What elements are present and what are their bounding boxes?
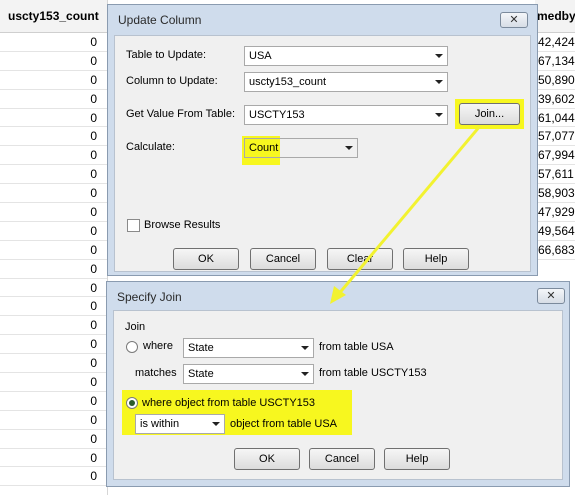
grid-cell[interactable]: 66,683: [535, 241, 575, 260]
where-radio[interactable]: [126, 341, 138, 353]
grid-header-medby[interactable]: medby: [535, 0, 575, 33]
chevron-down-icon: [301, 346, 309, 350]
update-ok-button[interactable]: OK: [173, 248, 239, 270]
object-join-radio[interactable]: [126, 397, 138, 409]
matches-from-table-label: from table USCTY153: [319, 367, 427, 379]
specify-join-title[interactable]: Specify Join: [107, 282, 569, 312]
update-column-title[interactable]: Update Column: [108, 5, 537, 35]
join-help-button[interactable]: Help: [384, 448, 450, 470]
spatial-operator-select[interactable]: is within: [135, 414, 225, 434]
grid-cell[interactable]: 57,611: [535, 165, 575, 185]
update-cancel-button[interactable]: Cancel: [250, 248, 316, 270]
grid-cell[interactable]: 67,994: [535, 146, 575, 166]
grid-cell[interactable]: 0: [0, 90, 107, 109]
grid-cell[interactable]: 0: [0, 467, 107, 487]
grid-cell[interactable]: 47,929: [535, 203, 575, 222]
chevron-down-icon: [435, 113, 443, 117]
table-to-update-select[interactable]: USA: [244, 46, 448, 66]
chevron-down-icon: [301, 372, 309, 376]
grid-cell[interactable]: 0: [0, 33, 107, 52]
chevron-down-icon: [212, 422, 220, 426]
grid-cell[interactable]: 58,903: [535, 184, 575, 204]
grid-cell[interactable]: 0: [0, 109, 107, 128]
update-column-window: Update Column ✕ Table to Update: USA Col…: [107, 4, 538, 276]
join-button[interactable]: Join...: [459, 103, 520, 125]
object-join-label: where object from table USCTY153: [142, 397, 316, 409]
grid-cell[interactable]: 0: [0, 222, 107, 241]
grid-cell[interactable]: 57,077: [535, 127, 575, 147]
grid-cell[interactable]: 0: [0, 373, 107, 392]
chevron-down-icon: [345, 146, 353, 150]
grid-cell[interactable]: 0: [0, 260, 107, 279]
grid-cell[interactable]: 0: [0, 203, 107, 222]
grid-cell[interactable]: 0: [0, 241, 107, 260]
where-from-table-label: from table USA: [319, 341, 394, 353]
object-from-table-label: object from table USA: [230, 418, 337, 430]
grid-cell[interactable]: 0: [0, 52, 107, 71]
grid-header-uscty153-count[interactable]: uscty153_count: [0, 0, 107, 33]
grid-cell[interactable]: 0: [0, 316, 107, 336]
grid-cell[interactable]: 42,424: [535, 33, 575, 52]
specify-join-close-icon[interactable]: ✕: [537, 288, 565, 304]
update-help-button[interactable]: Help: [403, 248, 469, 270]
grid-column-medby: 42,424 67,134 50,890 39,602 61,044 57,077 67,9…: [535, 33, 575, 260]
grid-cell[interactable]: 49,564: [535, 222, 575, 241]
grid-cell[interactable]: 0: [0, 71, 107, 90]
grid-cell[interactable]: 0: [0, 335, 107, 355]
matches-column-value: State: [188, 368, 214, 380]
get-value-from-table-label: Get Value From Table:: [126, 108, 236, 120]
grid-cell[interactable]: 0: [0, 279, 107, 298]
column-to-update-select[interactable]: uscty153_count: [244, 72, 448, 92]
table-to-update-value: USA: [249, 50, 272, 62]
grid-cell[interactable]: 50,890: [535, 71, 575, 90]
grid-cell[interactable]: 39,602: [535, 90, 575, 109]
grid-cell[interactable]: 0: [0, 184, 107, 204]
get-value-from-table-value: USCTY153: [249, 109, 305, 121]
grid-cell[interactable]: 0: [0, 146, 107, 166]
where-column-value: State: [188, 342, 214, 354]
specify-join-client: Join where State from table USA matches …: [113, 310, 563, 480]
grid-cell[interactable]: 0: [0, 430, 107, 449]
get-value-from-table-select[interactable]: USCTY153: [244, 105, 448, 125]
browse-results-label: Browse Results: [144, 219, 221, 231]
column-to-update-label: Column to Update:: [126, 75, 218, 87]
specify-join-window: Specify Join ✕ Join where State from tab…: [106, 281, 570, 487]
grid-cell[interactable]: 0: [0, 297, 107, 317]
spatial-operator-value: is within: [140, 418, 180, 430]
matches-column-select[interactable]: State: [183, 364, 314, 384]
update-column-client: Table to Update: USA Column to Update: u…: [114, 35, 531, 272]
matches-label: matches: [135, 367, 177, 379]
browse-results-checkbox[interactable]: [127, 219, 140, 232]
calculate-label: Calculate:: [126, 141, 175, 153]
chevron-down-icon: [435, 54, 443, 58]
calculate-value: Count: [249, 142, 279, 154]
calculate-select[interactable]: Count: [244, 138, 358, 158]
chevron-down-icon: [435, 80, 443, 84]
grid-cell[interactable]: 61,044: [535, 109, 575, 128]
update-clear-button[interactable]: Clear: [327, 248, 393, 270]
where-column-select[interactable]: State: [183, 338, 314, 358]
where-label: where: [143, 340, 173, 352]
grid-cell[interactable]: 0: [0, 392, 107, 411]
grid-column-uscty153-count: 000000000000000000000000: [0, 33, 107, 487]
column-to-update-value: uscty153_count: [249, 76, 327, 88]
join-ok-button[interactable]: OK: [234, 448, 300, 470]
grid-cell[interactable]: 0: [0, 165, 107, 185]
grid-cell[interactable]: 0: [0, 354, 107, 374]
grid-cell[interactable]: 0: [0, 449, 107, 468]
grid-cell[interactable]: 0: [0, 127, 107, 147]
grid-cell[interactable]: 0: [0, 411, 107, 430]
grid-cell[interactable]: 67,134: [535, 52, 575, 71]
update-column-close-icon[interactable]: ✕: [500, 12, 528, 28]
join-cancel-button[interactable]: Cancel: [309, 448, 375, 470]
table-to-update-label: Table to Update:: [126, 49, 207, 61]
join-group-label: Join: [125, 321, 146, 333]
